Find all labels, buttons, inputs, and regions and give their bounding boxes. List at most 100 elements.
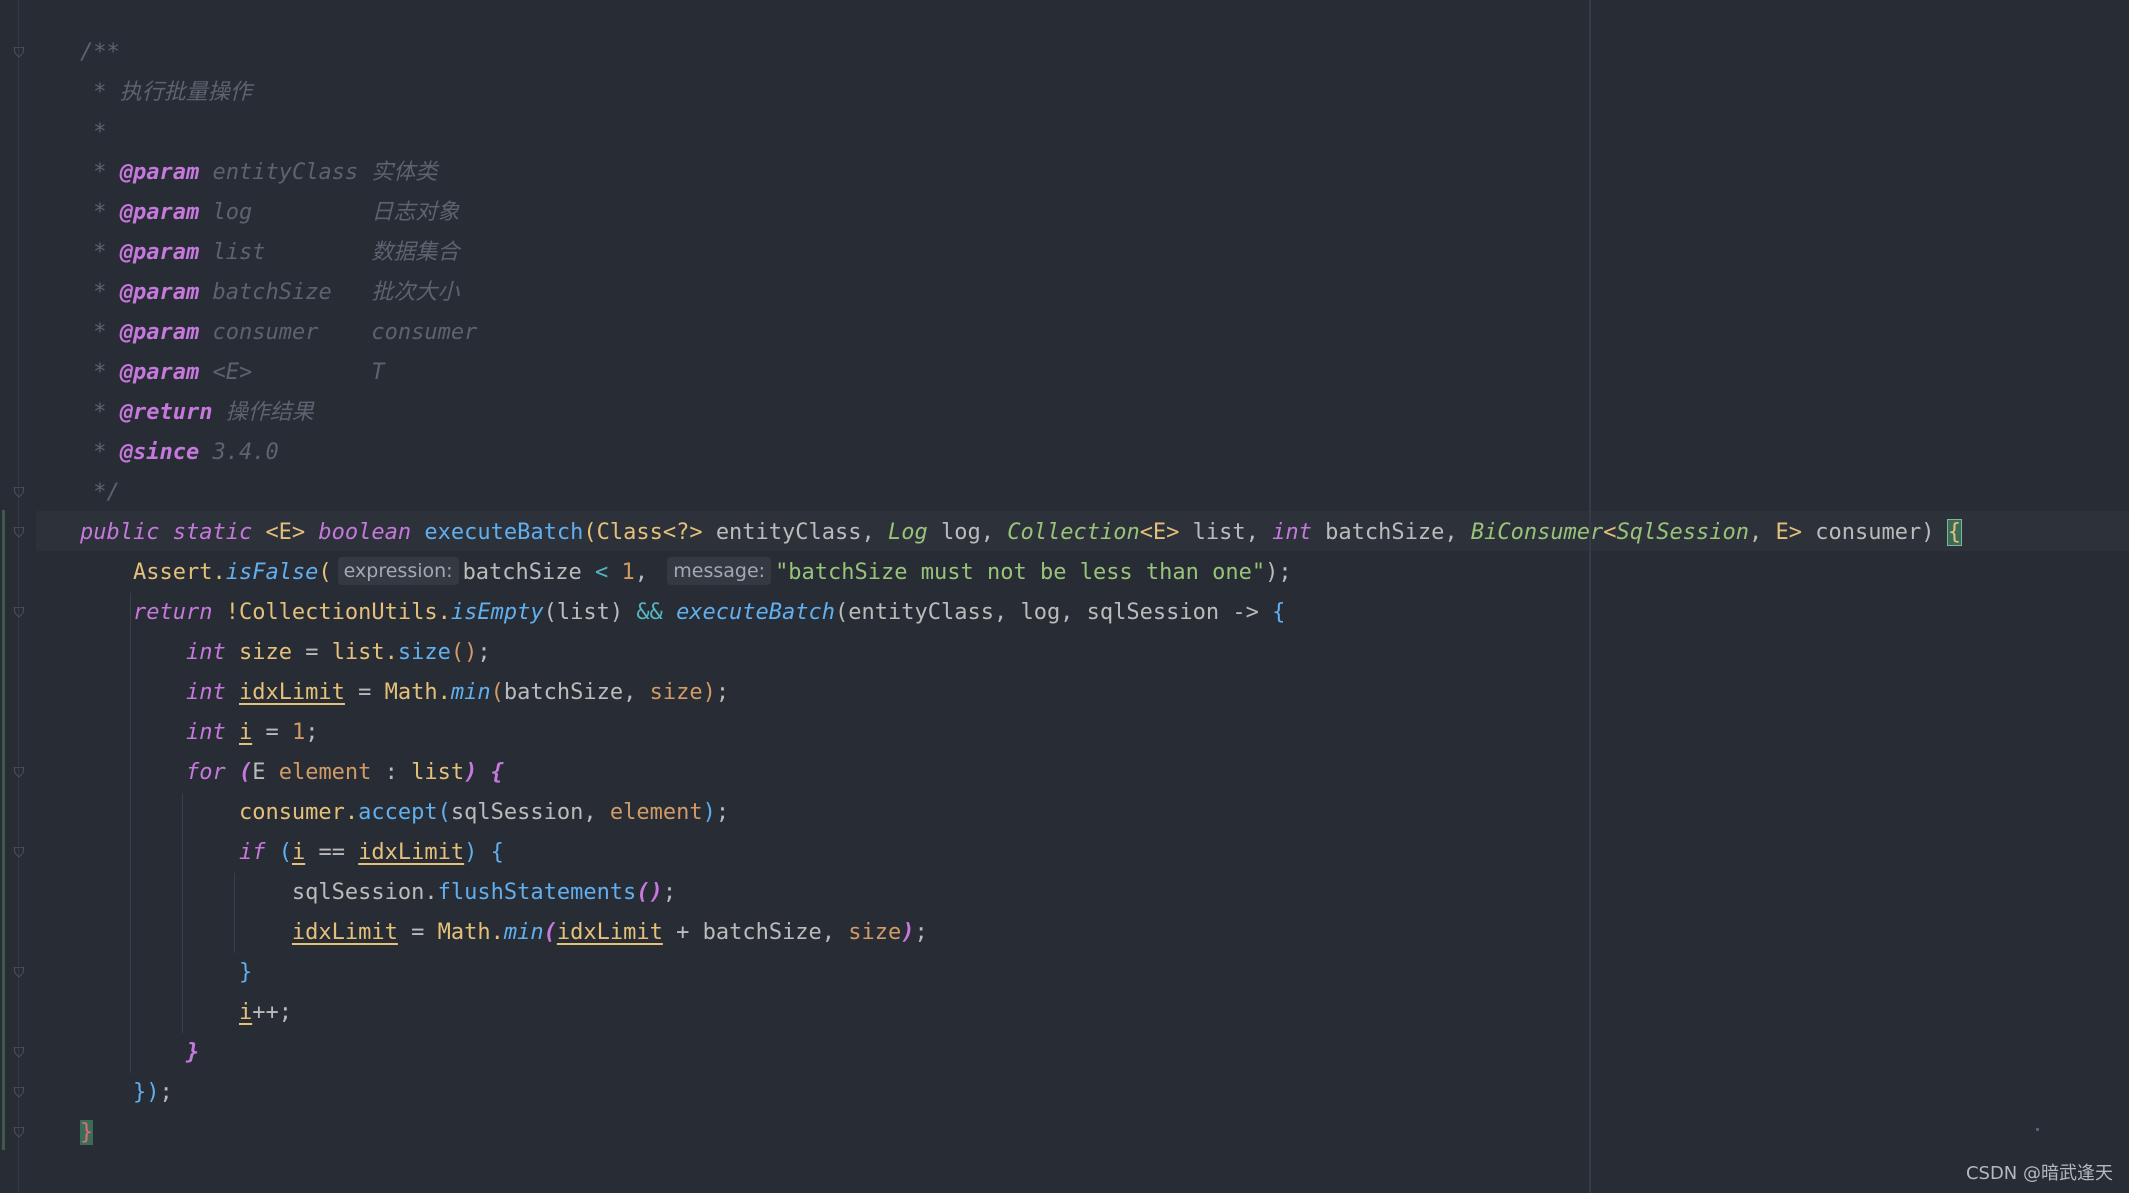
code-line[interactable]: if (i == idxLimit) { xyxy=(80,833,1961,873)
code-editor[interactable]: ⛉ ⛉ ⛉ ⛉ ⛉ ⛉ ⛉ ⛉ ⛉ ⛉ /** * 执行批量操作 * * @pa… xyxy=(0,0,2129,1193)
code-token: Class xyxy=(596,520,663,545)
code-token: ; xyxy=(159,1080,173,1105)
code-line[interactable]: * @param entityClass 实体类 xyxy=(80,153,1961,193)
code-token: Math. xyxy=(384,680,451,705)
code-line[interactable]: * @param <E> T xyxy=(80,353,1961,393)
code-line[interactable]: * @param consumer consumer xyxy=(80,313,1961,353)
code-token: }) xyxy=(132,1080,160,1105)
code-line[interactable]: public static <E> boolean executeBatch(C… xyxy=(80,513,1962,553)
code-token: ( xyxy=(490,680,504,705)
code-token: ( xyxy=(543,920,557,945)
code-line[interactable]: i++; xyxy=(80,993,1961,1033)
fold-toggle-icon[interactable]: ⛉ xyxy=(12,485,26,501)
code-token: { xyxy=(490,840,504,865)
fold-toggle-icon[interactable]: ⛉ xyxy=(12,1085,26,1101)
code-token: ( xyxy=(437,800,451,825)
code-token: 3.4.0 xyxy=(199,440,279,465)
vcs-change-marker[interactable] xyxy=(2,510,5,1150)
code-line[interactable]: int size = list.size(); xyxy=(80,633,1961,673)
code-line[interactable]: /** xyxy=(80,33,1961,73)
fold-toggle-icon[interactable]: ⛉ xyxy=(12,1045,26,1061)
code-token: * xyxy=(80,120,107,145)
code-token: min xyxy=(450,680,491,705)
code-token: ( xyxy=(238,760,253,785)
code-token: * xyxy=(80,240,120,265)
code-token: < xyxy=(595,560,622,585)
code-token: consumer. xyxy=(238,800,359,825)
code-token: @return xyxy=(119,400,213,425)
code-token: > xyxy=(1788,520,1816,545)
code-token: i xyxy=(238,720,253,745)
code-line[interactable]: } xyxy=(80,953,1961,993)
code-token: executeBatch xyxy=(424,520,584,545)
code-token: ) xyxy=(464,760,491,785)
code-line[interactable]: for (E element : list) { xyxy=(80,753,1961,793)
code-line[interactable]: int idxLimit = Math.min(batchSize, size)… xyxy=(80,673,1961,713)
code-token: = xyxy=(252,720,292,745)
code-token: Math. xyxy=(437,920,504,945)
code-line[interactable]: * @param list 数据集合 xyxy=(80,233,1961,273)
code-token: @param xyxy=(119,200,200,225)
code-token: <E> xyxy=(199,360,372,385)
code-token: Collection xyxy=(1007,520,1140,545)
code-token: < xyxy=(1603,520,1617,545)
code-token: int xyxy=(185,640,239,665)
code-token: @param xyxy=(119,240,200,265)
code-token: @since xyxy=(119,440,200,465)
code-lines[interactable]: /** * 执行批量操作 * * @param entityClass 实体类 … xyxy=(80,33,1962,1153)
code-token: ; xyxy=(305,720,319,745)
code-token: size xyxy=(238,640,306,665)
code-token: size xyxy=(649,680,703,705)
code-line[interactable]: * @since 3.4.0 xyxy=(80,433,1961,473)
code-token: E xyxy=(252,760,279,785)
code-line[interactable]: } xyxy=(80,1113,1961,1153)
code-token: int xyxy=(185,680,239,705)
code-token: consumer) xyxy=(1815,520,1948,545)
code-token: i xyxy=(291,840,306,865)
code-line[interactable]: sqlSession.flushStatements(); xyxy=(80,873,1961,913)
code-token: batchSize xyxy=(462,560,596,585)
code-line[interactable]: * 执行批量操作 xyxy=(80,73,1961,113)
code-line[interactable]: return !CollectionUtils.isEmpty(list) &&… xyxy=(80,593,1961,633)
fold-toggle-icon[interactable]: ⛉ xyxy=(12,765,26,781)
code-token: Assert. xyxy=(80,560,226,585)
code-token: !CollectionUtils. xyxy=(225,600,451,625)
code-line[interactable]: idxLimit = Math.min(idxLimit + batchSize… xyxy=(80,913,1961,953)
code-token: consumer xyxy=(371,320,478,345)
code-line[interactable]: * @param batchSize 批次大小 xyxy=(80,273,1961,313)
code-token: @param xyxy=(119,360,200,385)
fold-toggle-icon[interactable]: ⛉ xyxy=(12,525,26,541)
code-line[interactable]: } xyxy=(80,1033,1961,1073)
code-token: (list) xyxy=(543,600,637,625)
code-line[interactable]: Assert.isFalse(expression: batchSize < 1,… xyxy=(80,553,1961,593)
code-token: 数据集合 xyxy=(371,240,460,265)
code-line[interactable]: * @param log 日志对象 xyxy=(80,193,1961,233)
code-token: batchSize, xyxy=(1325,520,1471,545)
code-token: { xyxy=(490,760,504,785)
code-line[interactable]: }); xyxy=(80,1073,1961,1113)
code-token: = xyxy=(344,680,385,705)
fold-toggle-icon[interactable]: ⛉ xyxy=(12,1125,26,1141)
code-line[interactable]: * @return 操作结果 xyxy=(80,393,1961,433)
fold-toggle-icon[interactable]: ⛉ xyxy=(12,605,26,621)
code-token: ; xyxy=(662,880,677,905)
code-token: * xyxy=(80,320,120,345)
code-line[interactable]: int i = 1; xyxy=(80,713,1961,753)
code-token: idxLimit xyxy=(238,680,345,705)
code-token: (entityClass, log, sqlSession xyxy=(835,600,1233,625)
code-token: , xyxy=(1749,520,1776,545)
fold-toggle-icon[interactable]: ⛉ xyxy=(12,845,26,861)
code-token: for xyxy=(185,760,239,785)
code-token: E xyxy=(1775,520,1789,545)
fold-toggle-icon[interactable]: ⛉ xyxy=(12,45,26,61)
code-line[interactable]: */ xyxy=(80,473,1961,513)
code-token: log xyxy=(199,200,372,225)
code-token: "batchSize must not be less than one" xyxy=(775,560,1266,585)
code-line[interactable]: consumer.accept(sqlSession, element); xyxy=(80,793,1961,833)
code-line[interactable]: * xyxy=(80,113,1961,153)
code-token: Log xyxy=(888,520,928,545)
fold-toggle-icon[interactable]: ⛉ xyxy=(12,965,26,981)
